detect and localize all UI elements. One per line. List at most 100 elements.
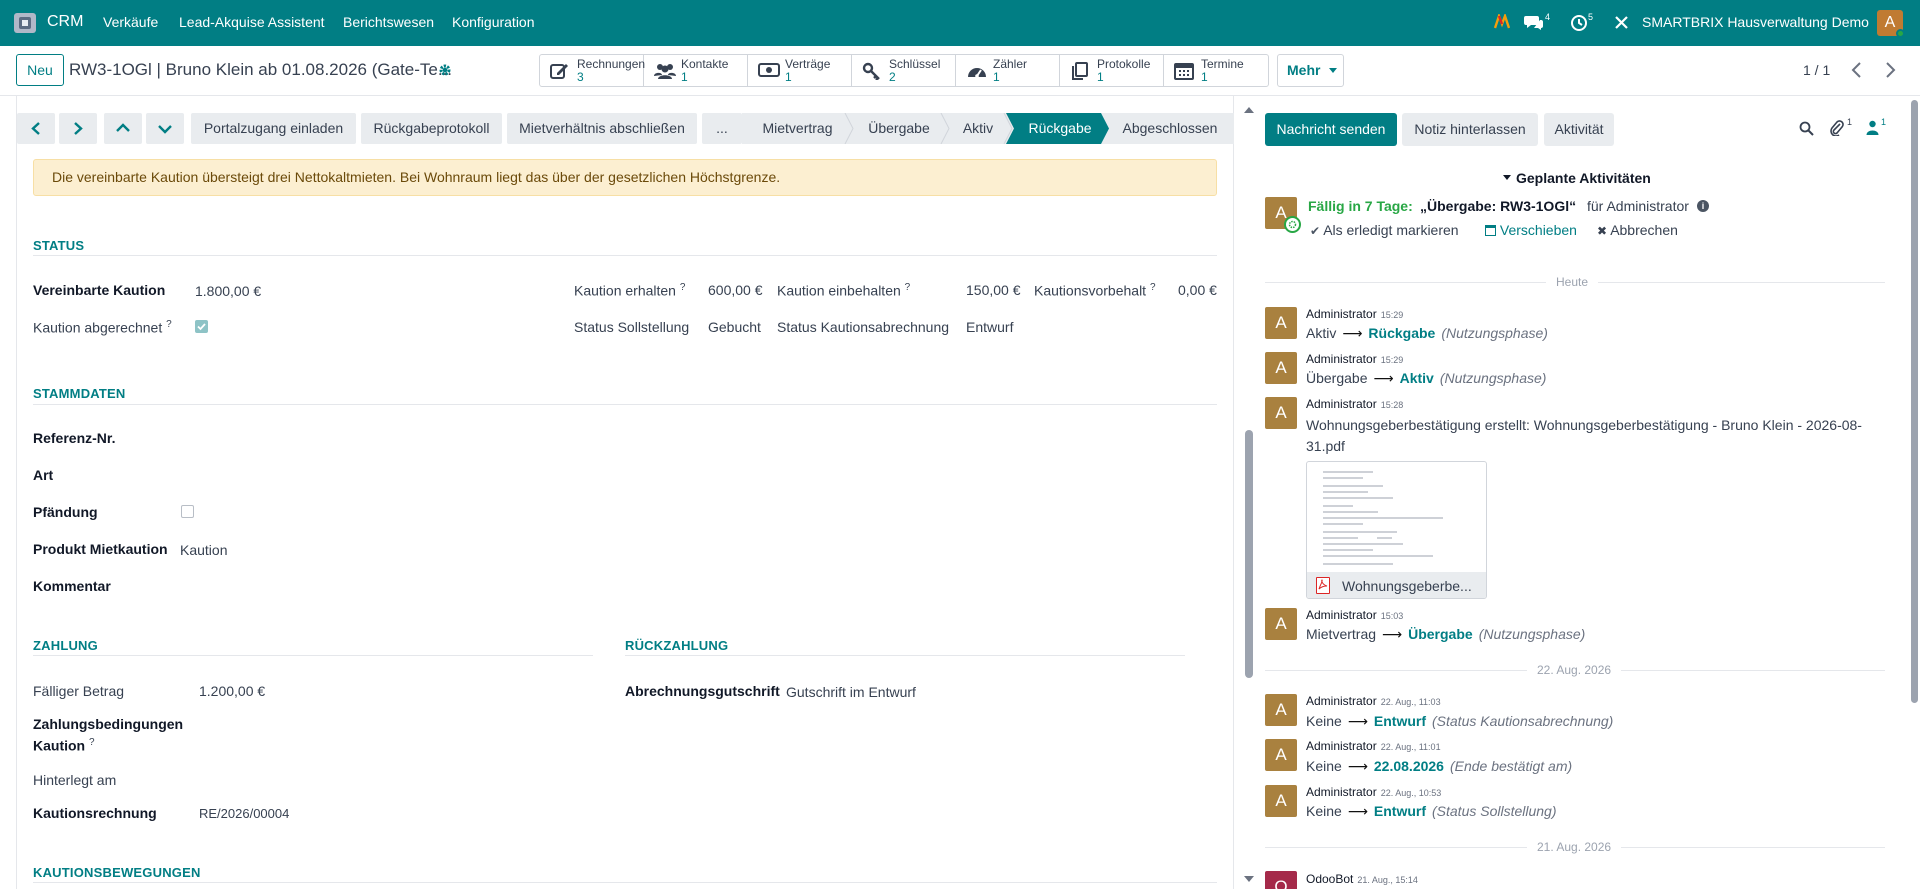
- smart-button-zaehler[interactable]: Zähler 1: [956, 55, 1060, 86]
- smart-button-schluessel[interactable]: Schlüssel 2: [852, 55, 956, 86]
- chatter-scrollbar-up-icon[interactable]: [1244, 107, 1254, 113]
- deposit-reserve-value[interactable]: 0,00 €: [1178, 282, 1217, 298]
- message-body-cont: 31.pdf: [1306, 438, 1345, 454]
- reference-no-label: Referenz-Nr.: [33, 430, 116, 446]
- menu-berichtswesen[interactable]: Berichtswesen: [343, 14, 434, 30]
- ai-logo-icon[interactable]: [1494, 14, 1510, 30]
- date-separator-aug21: 21. Aug. 2026: [1527, 840, 1622, 854]
- message-avatar: A: [1265, 694, 1297, 726]
- stage-rueckgabe-active[interactable]: Rückgabe: [1018, 113, 1102, 144]
- close-tenancy-button[interactable]: Mietverhältnis abschließen: [507, 113, 697, 144]
- planned-activities-toggle[interactable]: Geplante Aktivitäten: [1503, 170, 1651, 186]
- deposit-received-label: Kaution erhalten ?: [574, 282, 685, 299]
- activities-clock-icon[interactable]: [1570, 14, 1588, 32]
- company-switch-icon[interactable]: [1614, 15, 1629, 30]
- old-value: Mietvertrag: [1306, 626, 1377, 642]
- smart-button-label: Kontakte: [681, 57, 729, 71]
- activity-summary: „Übergabe: RW3-1OGl“: [1420, 198, 1577, 214]
- arrow-right-icon: ⟶: [1347, 803, 1368, 819]
- deposit-product-value[interactable]: Kaution: [180, 542, 227, 558]
- stage-abgeschlossen[interactable]: Abgeschlossen: [1114, 113, 1226, 144]
- app-menu-icon[interactable]: [13, 12, 37, 34]
- smart-button-vertraege[interactable]: Verträge 1: [748, 55, 852, 86]
- help-tooltip-icon[interactable]: ?: [680, 282, 686, 293]
- attachment-card[interactable]: Wohnungsgeberbe...: [1306, 461, 1487, 599]
- invite-portal-button[interactable]: Portalzugang einladen: [191, 113, 356, 144]
- help-tooltip-icon[interactable]: ?: [89, 737, 95, 748]
- paperclip-icon[interactable]: [1830, 119, 1844, 136]
- app-name[interactable]: CRM: [47, 13, 83, 31]
- help-tooltip-icon[interactable]: ?: [166, 319, 172, 330]
- old-value: Keine: [1306, 803, 1342, 819]
- record-up-button[interactable]: [104, 113, 142, 144]
- smart-button-rechnungen[interactable]: Rechnungen 3: [540, 55, 645, 86]
- date-separator-today: Heute: [1546, 275, 1599, 289]
- record-next-button[interactable]: [59, 113, 97, 144]
- seizure-checkbox[interactable]: [181, 505, 194, 518]
- record-prev-button[interactable]: [17, 113, 55, 144]
- target-status-value: Gebucht: [708, 319, 761, 335]
- menu-konfiguration[interactable]: Konfiguration: [452, 14, 535, 30]
- avatar-initial: A: [1275, 614, 1287, 633]
- agreed-deposit-value[interactable]: 1.800,00 €: [195, 283, 261, 299]
- company-name[interactable]: SMARTBRIX Hausverwaltung Demo: [1642, 14, 1869, 30]
- tracking-value: Keine ⟶ Entwurf (Status Kautionsabrechnung): [1306, 713, 1613, 730]
- menu-lead-akquise[interactable]: Lead-Akquise Assistent: [179, 14, 325, 30]
- more-actions-button[interactable]: ...: [702, 113, 742, 144]
- deposit-invoice-value[interactable]: RE/2026/00004: [199, 806, 289, 821]
- gear-icon[interactable]: [438, 63, 452, 77]
- pager-prev-icon[interactable]: [1850, 59, 1864, 81]
- help-tooltip-icon[interactable]: ?: [905, 282, 911, 293]
- avatar-initial: A: [1275, 745, 1287, 764]
- pager-value[interactable]: 1 / 1: [1803, 62, 1830, 78]
- chatter-scrollbar[interactable]: [1245, 430, 1253, 678]
- mark-done-link[interactable]: ✔ Als erledigt markieren: [1310, 222, 1459, 238]
- message-author: Administrator 15:03: [1306, 608, 1403, 622]
- message-time: 15:28: [1380, 400, 1404, 410]
- message-time: 22. Aug., 11:01: [1380, 742, 1441, 752]
- smart-button-protokolle[interactable]: Protokolle 1: [1060, 55, 1164, 86]
- reschedule-link[interactable]: Verschieben: [1485, 222, 1577, 238]
- record-down-button[interactable]: [146, 113, 184, 144]
- old-value: Aktiv: [1306, 325, 1337, 341]
- more-dropdown[interactable]: Mehr: [1277, 54, 1344, 87]
- due-amount-value[interactable]: 1.200,00 €: [199, 683, 265, 699]
- smart-button-kontakte[interactable]: Kontakte 1: [644, 55, 748, 86]
- cancel-activity-link[interactable]: ✖ Abbrechen: [1597, 222, 1678, 238]
- deposit-reserve-text: Kautionsvorbehalt: [1034, 282, 1147, 299]
- chatter-scrollbar-down-icon[interactable]: [1244, 876, 1254, 882]
- send-message-button[interactable]: Nachricht senden: [1265, 113, 1397, 146]
- settlement-credit-value[interactable]: Gutschrift im Entwurf: [786, 684, 916, 700]
- new-value: Übergabe: [1408, 626, 1473, 642]
- deposit-retained-value[interactable]: 150,00 €: [966, 282, 1021, 298]
- info-circle-icon[interactable]: i: [1697, 200, 1709, 212]
- message-time: 22. Aug., 11:03: [1380, 697, 1441, 707]
- new-value: Aktiv: [1399, 370, 1434, 386]
- deposit-settled-text: Kaution abgerechnet: [33, 319, 163, 336]
- deposit-settled-checkbox[interactable]: [195, 320, 208, 333]
- deposit-retained-text: Kaution einbehalten: [777, 282, 901, 299]
- activity-button[interactable]: Aktivität: [1544, 113, 1614, 146]
- old-value: Übergabe: [1306, 370, 1368, 386]
- smart-button-termine[interactable]: Termine 1: [1164, 55, 1268, 86]
- author-name: Administrator: [1306, 397, 1377, 411]
- pager-next-icon[interactable]: [1883, 59, 1897, 81]
- page-scrollbar[interactable]: [1911, 100, 1918, 703]
- help-tooltip-icon[interactable]: ?: [1150, 282, 1156, 293]
- message-author: Administrator 22. Aug., 11:03: [1306, 694, 1441, 708]
- payment-terms-label-2: Kaution ?: [33, 737, 95, 754]
- search-icon[interactable]: [1799, 121, 1814, 136]
- tracking-value: Übergabe ⟶ Aktiv (Nutzungsphase): [1306, 370, 1546, 387]
- avatar-initial: A: [1275, 791, 1287, 810]
- payment-terms-text: Kaution: [33, 737, 86, 754]
- deposit-received-value[interactable]: 600,00 €: [708, 282, 763, 298]
- return-protocol-button[interactable]: Rückgabeprotokoll: [361, 113, 502, 144]
- message-avatar: A: [1265, 307, 1297, 339]
- new-button[interactable]: Neu: [16, 54, 64, 86]
- avatar-initial: O: [1274, 877, 1288, 889]
- follower-icon[interactable]: [1866, 120, 1879, 135]
- log-note-button[interactable]: Notiz hinterlassen: [1402, 113, 1538, 146]
- menu-verkaeufe[interactable]: Verkäufe: [103, 14, 158, 30]
- messages-icon[interactable]: [1524, 14, 1544, 31]
- smart-button-value: 2: [889, 70, 896, 84]
